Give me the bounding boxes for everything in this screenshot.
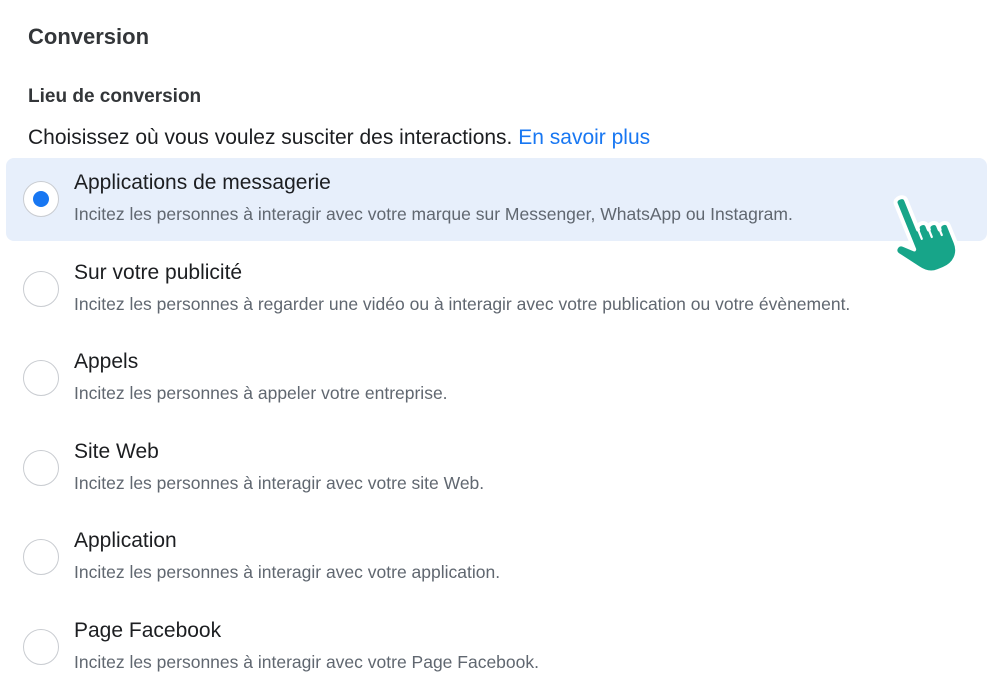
helper-text: Choisissez où vous voulez susciter des i… [28, 126, 513, 149]
radio-button[interactable] [23, 628, 59, 665]
radio-button[interactable] [23, 181, 59, 217]
option-description: Incitez les personnes à interagir avec v… [74, 204, 793, 224]
option-description: Incitez les personnes à interagir avec v… [74, 472, 485, 493]
option-website[interactable]: Site Web Incitez les personnes à interag… [6, 427, 987, 510]
option-title: Applications de messagerie [74, 171, 331, 194]
option-description: Incitez les personnes à regarder une vid… [74, 293, 851, 314]
option-title: Page Facebook [74, 618, 222, 642]
conversion-location-options: Applications de messagerie Incitez les p… [6, 158, 987, 696]
radio-button[interactable] [23, 270, 59, 307]
option-title: Sur votre publicité [74, 260, 243, 284]
radio-button[interactable] [23, 539, 59, 576]
option-facebook-page[interactable]: Page Facebook Incitez les personnes à in… [6, 606, 987, 689]
option-description: Incitez les personnes à interagir avec v… [74, 651, 539, 672]
conversion-location-helper: Choisissez où vous voulez susciter des i… [28, 126, 650, 150]
hand-pointer-icon [893, 195, 960, 275]
option-title: Appels [74, 350, 139, 374]
radio-button[interactable] [23, 449, 59, 486]
option-title: Application [74, 529, 177, 553]
radio-button[interactable] [23, 360, 59, 397]
radio-selected-dot [33, 191, 49, 207]
option-on-your-ad[interactable]: Sur votre publicité Incitez les personne… [6, 248, 987, 331]
conversion-location-title: Lieu de conversion [28, 86, 202, 107]
option-description: Incitez les personnes à appeler votre en… [74, 383, 448, 404]
option-messaging-apps[interactable]: Applications de messagerie Incitez les p… [6, 158, 987, 241]
option-app[interactable]: Application Incitez les personnes à inte… [6, 516, 987, 599]
option-title: Site Web [74, 439, 159, 463]
section-title: Conversion [28, 24, 150, 49]
option-calls[interactable]: Appels Incitez les personnes à appeler v… [6, 337, 987, 420]
option-description: Incitez les personnes à interagir avec v… [74, 562, 501, 583]
learn-more-link[interactable]: En savoir plus [518, 126, 650, 149]
